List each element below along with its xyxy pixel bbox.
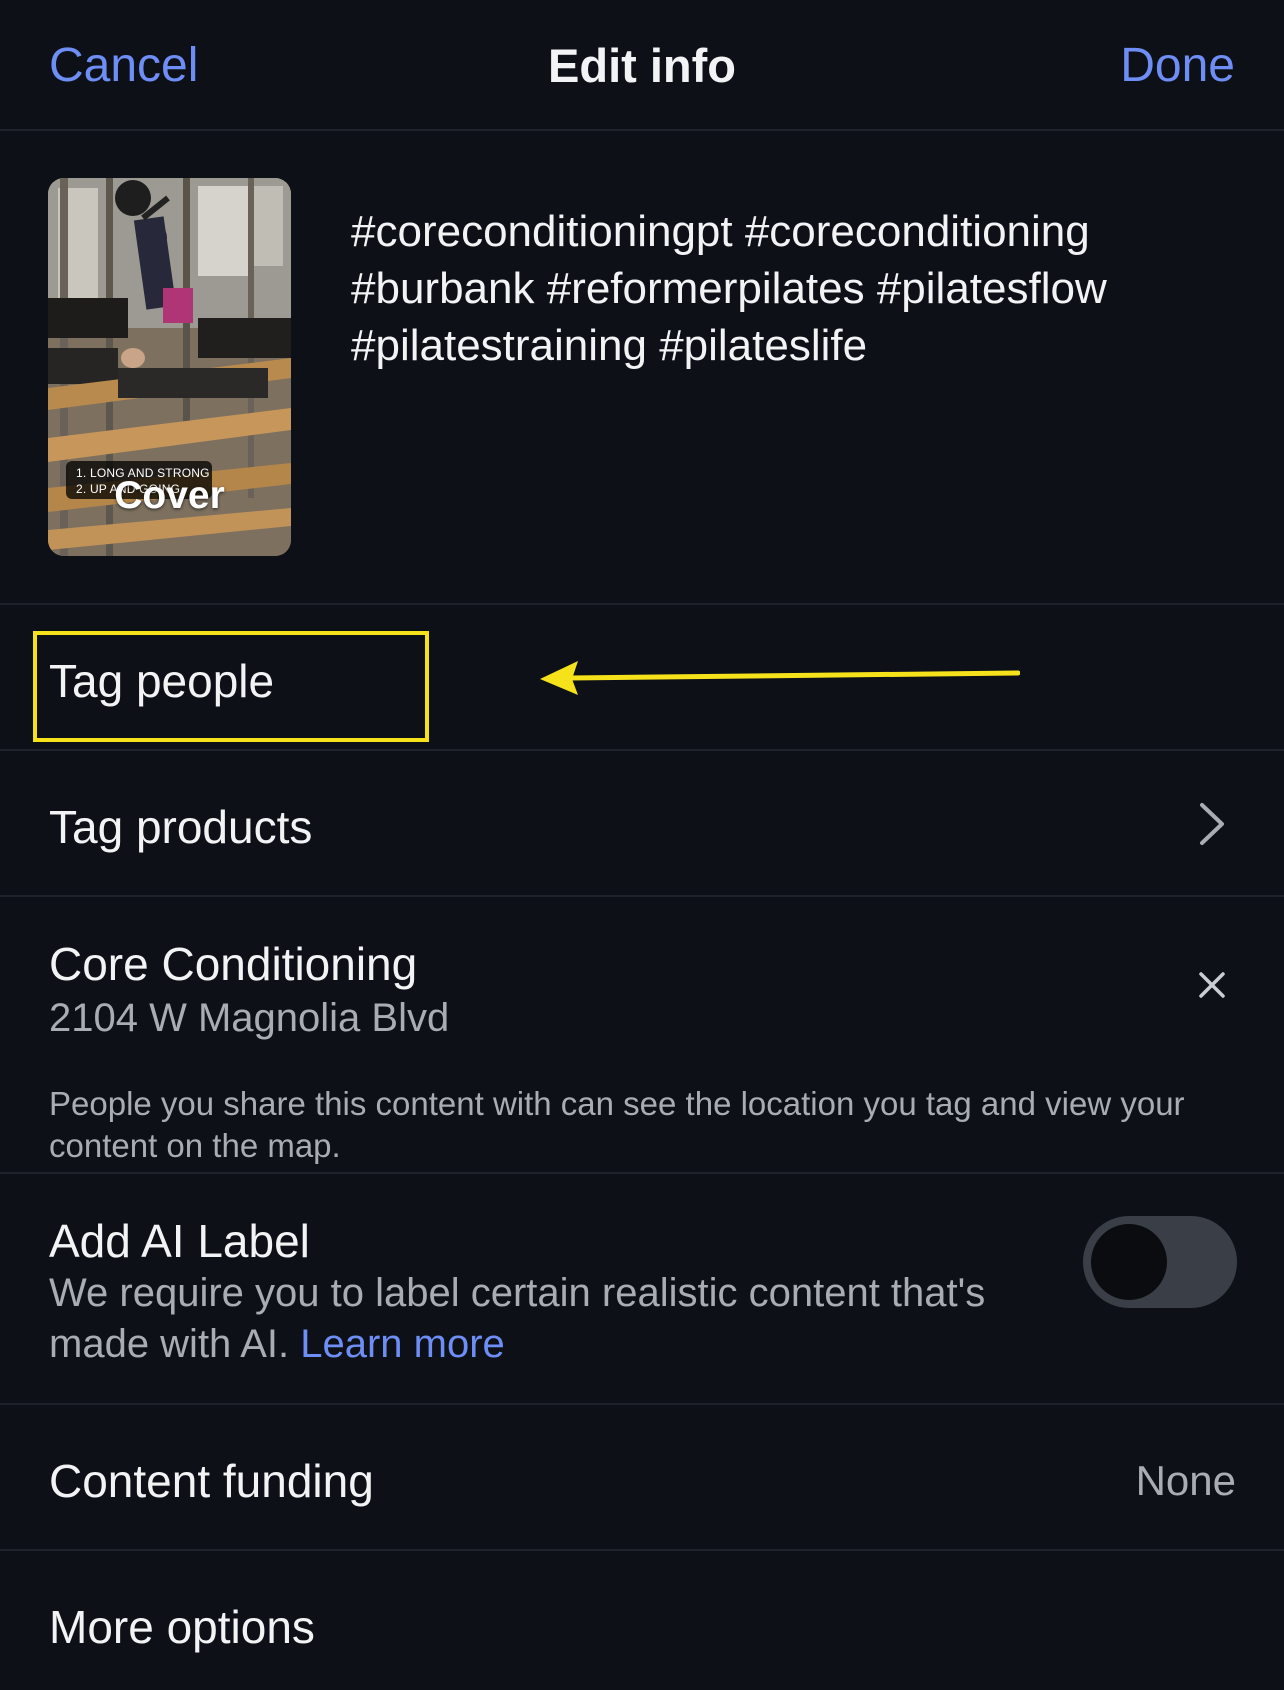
- media-section: 1. LONG AND STRONG 2. UP AND GOING Cover…: [0, 133, 1284, 605]
- content-funding-row[interactable]: Content funding None: [0, 1407, 1284, 1551]
- tag-people-row[interactable]: Tag people: [0, 607, 1284, 751]
- edit-info-screen: Cancel Edit info Done 1. LONG AND STRONG…: [0, 0, 1284, 1690]
- toggle-knob: [1091, 1224, 1167, 1300]
- done-button[interactable]: Done: [1120, 38, 1235, 93]
- cover-label: Cover: [114, 474, 225, 517]
- chevron-right-icon: [1200, 803, 1224, 845]
- more-options-row[interactable]: More options: [0, 1553, 1284, 1690]
- tag-products-row[interactable]: Tag products: [0, 753, 1284, 897]
- location-row: Core Conditioning 2104 W Magnolia Blvd P…: [0, 899, 1284, 1174]
- ai-label-description-text: We require you to label certain realisti…: [49, 1271, 986, 1366]
- location-address: 2104 W Magnolia Blvd: [49, 996, 450, 1040]
- content-funding-label: Content funding: [49, 1455, 374, 1507]
- close-icon[interactable]: [1198, 971, 1226, 999]
- more-options-label: More options: [49, 1601, 315, 1653]
- ai-label-toggle[interactable]: [1083, 1216, 1237, 1308]
- learn-more-link[interactable]: Learn more: [300, 1322, 505, 1366]
- location-name[interactable]: Core Conditioning: [49, 937, 417, 991]
- ai-label-row: Add AI Label We require you to label cer…: [0, 1176, 1284, 1405]
- content-funding-value: None: [1135, 1457, 1236, 1504]
- tag-products-label: Tag products: [49, 801, 313, 853]
- ai-label-description: We require you to label certain realisti…: [49, 1268, 989, 1370]
- header-bar: Cancel Edit info Done: [0, 0, 1284, 131]
- ai-label-title: Add AI Label: [49, 1215, 310, 1267]
- caption-text[interactable]: #coreconditioningpt #coreconditioning #b…: [351, 203, 1231, 374]
- tag-people-label: Tag people: [49, 655, 275, 707]
- arrow-left-icon: [540, 661, 1020, 695]
- location-privacy-note: People you share this content with can s…: [49, 1085, 1185, 1164]
- cancel-button[interactable]: Cancel: [49, 38, 198, 93]
- cover-thumbnail[interactable]: 1. LONG AND STRONG 2. UP AND GOING Cover: [48, 178, 291, 556]
